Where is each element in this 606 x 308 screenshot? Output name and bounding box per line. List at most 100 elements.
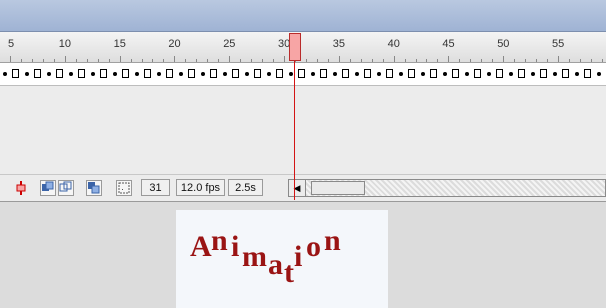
frame-cell[interactable]	[209, 67, 219, 81]
ruler-tick	[75, 59, 77, 62]
frame-cell[interactable]	[495, 67, 505, 81]
panel-title-bar	[0, 0, 606, 32]
frame-cell[interactable]	[11, 67, 21, 81]
modify-onion-markers-icon[interactable]: ·	[116, 180, 132, 196]
frame-cell[interactable]	[396, 67, 406, 81]
frame-cell[interactable]	[231, 67, 241, 81]
ruler-tick	[360, 59, 362, 62]
frame-cell[interactable]	[506, 67, 516, 81]
frame-cell[interactable]	[440, 67, 450, 81]
scrollbar-thumb[interactable]	[311, 181, 365, 195]
frame-cell[interactable]	[418, 67, 428, 81]
frame-cell[interactable]	[539, 67, 549, 81]
frame-cell[interactable]	[99, 67, 109, 81]
frame-cell[interactable]	[242, 67, 252, 81]
frame-cell[interactable]	[583, 67, 593, 81]
timeline-horizontal-scrollbar[interactable]: ◀	[288, 179, 606, 197]
frame-box	[254, 69, 261, 78]
edit-multiple-frames-icon[interactable]	[86, 180, 102, 196]
ruler-tick	[251, 59, 253, 62]
frame-cell[interactable]	[77, 67, 87, 81]
frame-box	[78, 69, 85, 78]
frame-cell[interactable]	[22, 67, 32, 81]
ruler-label: 45	[442, 38, 455, 50]
frame-cell[interactable]	[528, 67, 538, 81]
ruler-tick	[163, 59, 165, 62]
ruler-tick	[558, 56, 559, 62]
frame-cell[interactable]	[561, 67, 571, 81]
frame-cell[interactable]	[429, 67, 439, 81]
frame-cell[interactable]	[517, 67, 527, 81]
frame-cell[interactable]	[264, 67, 274, 81]
frame-cell[interactable]	[165, 67, 175, 81]
ruler-tick	[218, 59, 220, 62]
onion-skin-outlines-icon[interactable]	[58, 180, 74, 196]
keyframe-dot	[245, 72, 249, 76]
frame-rate-field[interactable]: 12.0 fps	[176, 179, 225, 196]
frame-cell[interactable]	[110, 67, 120, 81]
frame-cell[interactable]	[121, 67, 131, 81]
frame-cell[interactable]	[319, 67, 329, 81]
onion-skin-icon[interactable]	[40, 180, 56, 196]
frame-cell[interactable]	[33, 67, 43, 81]
frame-cell[interactable]	[473, 67, 483, 81]
frame-box	[562, 69, 569, 78]
keyframe-dot	[531, 72, 535, 76]
frame-cell[interactable]	[275, 67, 285, 81]
frame-cell[interactable]	[594, 67, 604, 81]
frame-cell[interactable]	[154, 67, 164, 81]
frame-box	[452, 69, 459, 78]
stage[interactable]: A n i m a t i o n	[176, 210, 388, 308]
frame-cell[interactable]	[330, 67, 340, 81]
frame-cell[interactable]	[187, 67, 197, 81]
ruler-tick	[590, 59, 592, 62]
frame-cell[interactable]	[132, 67, 142, 81]
frame-cell[interactable]	[407, 67, 417, 81]
frame-box	[166, 69, 173, 78]
ruler-tick	[196, 59, 198, 62]
frame-cell[interactable]	[297, 67, 307, 81]
frame-cell[interactable]	[352, 67, 362, 81]
frame-cell[interactable]	[572, 67, 582, 81]
playhead[interactable]	[289, 33, 301, 61]
center-frame-icon[interactable]	[14, 180, 30, 196]
ruler-label: 35	[332, 38, 346, 50]
frame-cell[interactable]	[198, 67, 208, 81]
ruler-tick	[229, 56, 231, 62]
scroll-left-arrow-icon[interactable]: ◀	[289, 180, 306, 196]
ruler-tick	[415, 59, 417, 62]
frame-cell[interactable]	[341, 67, 351, 81]
frame-cell[interactable]	[220, 67, 230, 81]
frame-cell[interactable]	[374, 67, 384, 81]
frame-cell[interactable]	[451, 67, 461, 81]
letter: m	[242, 240, 267, 273]
frame-cell[interactable]	[462, 67, 472, 81]
frame-cell[interactable]	[0, 67, 10, 81]
keyframe-dot	[179, 72, 183, 76]
frame-cell[interactable]	[176, 67, 186, 81]
frame-cell[interactable]	[143, 67, 153, 81]
keyframe-dot	[267, 72, 271, 76]
ruler-tick	[371, 59, 373, 62]
frame-box	[430, 69, 437, 78]
timeline-empty-area	[0, 86, 606, 174]
frame-cell[interactable]	[88, 67, 98, 81]
frame-cell[interactable]	[308, 67, 318, 81]
keyframe-dot	[25, 72, 29, 76]
frame-cell[interactable]	[484, 67, 494, 81]
frame-cell[interactable]	[55, 67, 65, 81]
frame-cell[interactable]	[363, 67, 373, 81]
ruler-tick	[338, 56, 340, 62]
frame-cell[interactable]	[44, 67, 54, 81]
frame-row[interactable]	[0, 63, 606, 86]
frame-cell[interactable]	[253, 67, 263, 81]
keyframe-dot	[443, 72, 447, 76]
frame-cell[interactable]	[385, 67, 395, 81]
keyframe-dot	[157, 72, 161, 76]
keyframe-dot	[597, 72, 601, 76]
frame-cell[interactable]	[66, 67, 76, 81]
frame-cell[interactable]	[550, 67, 560, 81]
keyframe-dot	[509, 72, 513, 76]
frame-box	[122, 69, 129, 78]
frame-ruler[interactable]: 51015202530354045505560	[0, 32, 606, 63]
